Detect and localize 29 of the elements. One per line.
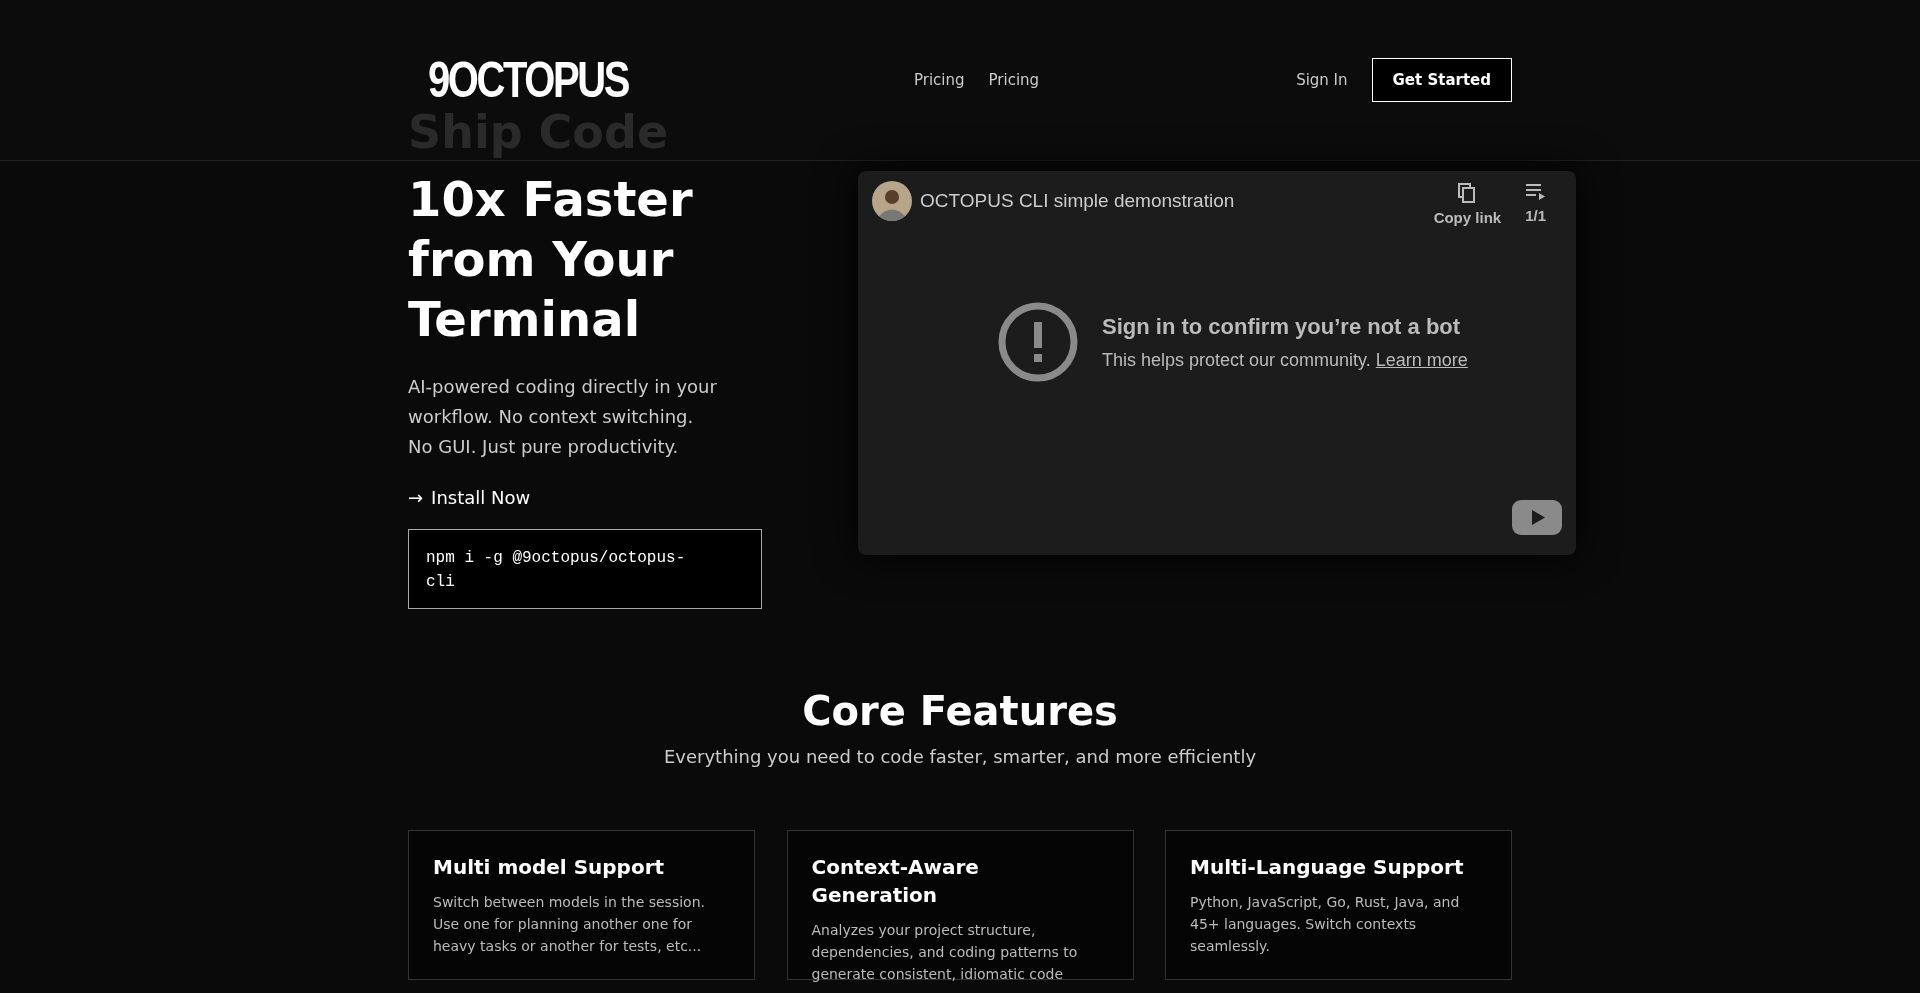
nav-link-item[interactable]: Pricing (914, 68, 965, 92)
logo[interactable]: 9OCTOPUS (428, 42, 629, 118)
nav-link-item[interactable]: Pricing (988, 68, 1040, 92)
copy-link-button[interactable]: Copy link (1433, 183, 1502, 230)
learn-more-link[interactable]: Learn more (1375, 349, 1468, 370)
hero-heading: 10x Faster from Your Terminal (408, 170, 694, 349)
message-title: Sign in to confirm you’re not a bot (1102, 312, 1462, 341)
card-text: Analyzes your project structure, dependencies, and coding patterns to generate consistent, idiomatic code (811, 921, 1079, 984)
section-subtitle: Everything you need to code faster, smarter, and more efficiently (663, 745, 1257, 769)
card-title: Multi model Support (433, 854, 666, 881)
card-title: Context-Aware Generation (811, 854, 980, 909)
copy-icon (1458, 183, 1477, 203)
card-text: Python, JavaScript, Go, Rust, Java, and 45+ languages. Switch contexts seamlessly. (1190, 893, 1461, 956)
video-title: OCTOPUS CLI simple demonstration (920, 189, 1235, 213)
hero-description: AI-powered coding directly in your workflow. No context switching. No GUI. Just pure productivity. (408, 375, 718, 459)
playlist-icon (1525, 183, 1546, 201)
card-text: Switch between models in the session. Use one for planning another one for heavy tasks or another for tests, etc... (433, 893, 706, 956)
avatar-icon (872, 181, 912, 221)
play-icon[interactable] (1512, 500, 1562, 535)
section-title: Core Features (801, 687, 1119, 735)
install-command: npm i -g @9octopus/octopus-cli (408, 529, 762, 609)
warning-icon (998, 301, 1078, 382)
get-started-button[interactable]: Get Started (1371, 57, 1512, 103)
sign-in-link[interactable]: Sign In (1296, 68, 1348, 92)
card-title: Multi-Language Support (1190, 854, 1465, 881)
install-now-link[interactable]: → Install Now (408, 484, 531, 511)
arrow-icon: → (408, 484, 424, 511)
playlist-button[interactable]: 1/1 (1525, 183, 1546, 230)
message-text: This helps protect our community. Learn more (1102, 348, 1468, 372)
